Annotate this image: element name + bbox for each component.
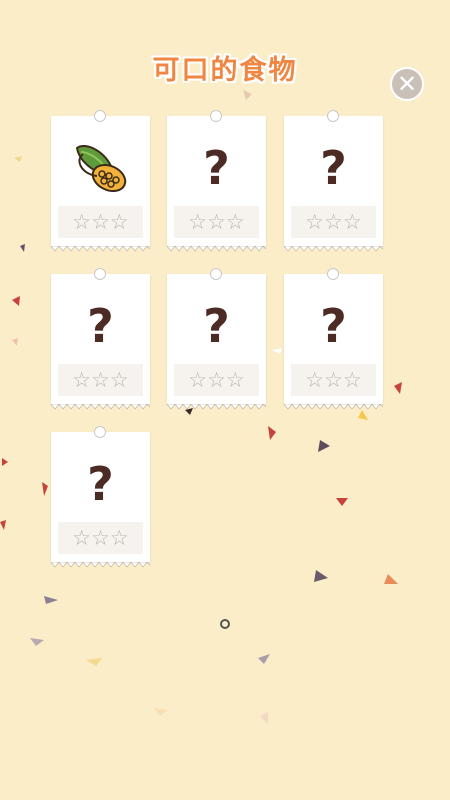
confetti-piece: [12, 338, 18, 346]
confetti-piece: [258, 654, 270, 664]
confetti-piece: [42, 482, 48, 496]
confetti-piece: [86, 658, 102, 666]
confetti-piece: [12, 296, 20, 306]
confetti-piece: [394, 382, 402, 394]
confetti-piece: [243, 90, 252, 100]
confetti-piece: [384, 574, 398, 584]
confetti-piece: [318, 440, 330, 452]
confetti-piece: [20, 244, 25, 252]
confetti-piece: [272, 348, 282, 354]
confetti-piece: [30, 638, 44, 646]
confetti-piece: [268, 426, 276, 440]
confetti-piece: [260, 712, 268, 724]
confetti-piece: [0, 520, 6, 530]
confetti-layer: [0, 90, 402, 724]
confetti-piece: [2, 458, 8, 466]
confetti-piece: [154, 708, 168, 716]
confetti-piece: [336, 498, 348, 506]
confetti-piece: [44, 596, 58, 604]
confetti-piece: [14, 156, 22, 162]
target-cursor: [220, 619, 230, 629]
confetti-piece: [358, 410, 368, 420]
confetti-piece: [314, 570, 328, 582]
confetti-piece: [185, 408, 193, 415]
